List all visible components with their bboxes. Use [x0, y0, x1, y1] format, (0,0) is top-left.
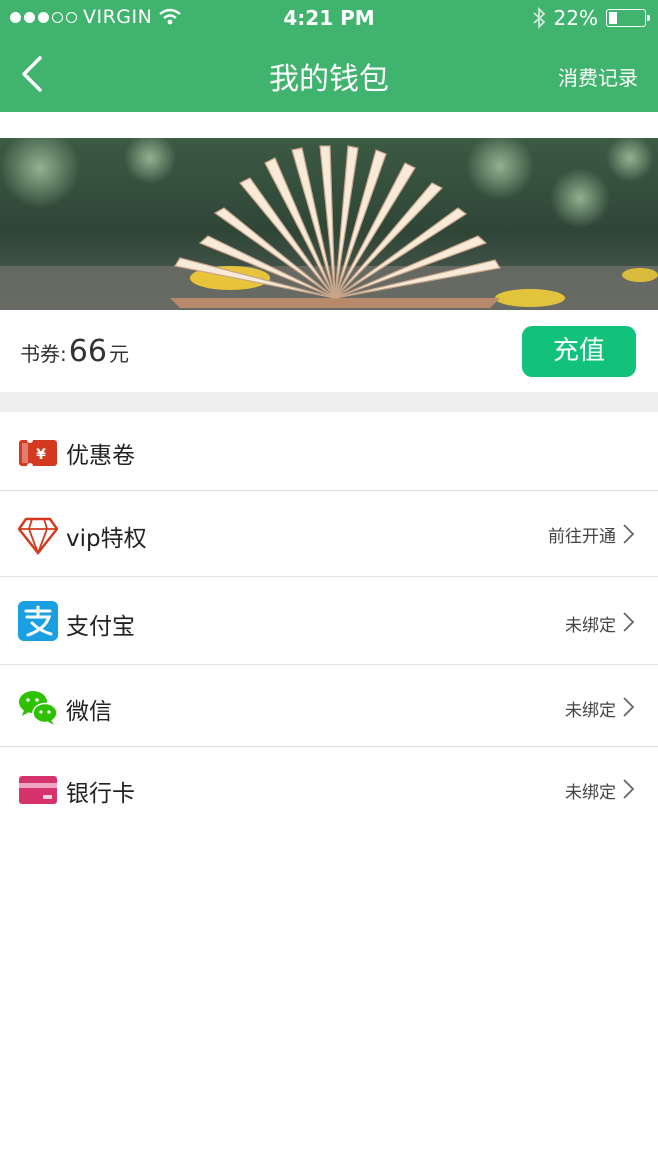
bluetooth-icon	[532, 7, 545, 29]
status-right: 22%	[532, 6, 650, 30]
menu-item-bankcard[interactable]: 银行卡 未绑定	[0, 747, 658, 829]
chevron-right-icon	[623, 612, 635, 632]
menu-item-coupon[interactable]: ¥ 优惠卷	[0, 412, 658, 491]
battery-percent: 22%	[553, 6, 598, 30]
battery-icon	[606, 9, 650, 27]
menu-item-status: 未绑定	[565, 783, 616, 803]
chevron-right-icon	[623, 524, 635, 544]
svg-text:¥: ¥	[36, 447, 46, 463]
menu-item-title: 支付宝	[66, 614, 135, 640]
navigation-bar: 我的钱包 消费记录	[0, 40, 658, 110]
alipay-icon	[18, 601, 58, 641]
diamond-icon	[18, 517, 58, 555]
menu-item-status: 未绑定	[565, 701, 616, 721]
wechat-icon	[19, 691, 58, 725]
status-bar: VIRGIN 4:21 PM 22%	[0, 0, 658, 36]
chevron-right-icon	[623, 779, 635, 799]
section-divider	[0, 392, 658, 412]
menu-item-title: vip特权	[66, 526, 147, 552]
menu-item-vip[interactable]: vip特权 前往开通	[0, 491, 658, 577]
balance-amount: 66	[68, 334, 107, 369]
bank-card-icon	[19, 776, 57, 804]
menu-item-alipay[interactable]: 支付宝 未绑定	[0, 577, 658, 665]
menu-item-wechat[interactable]: 微信 未绑定	[0, 665, 658, 747]
menu-item-title: 优惠卷	[66, 443, 135, 469]
balance-label: 书券:	[20, 342, 67, 366]
menu-item-status: 未绑定	[565, 616, 616, 636]
wallet-menu-list: ¥ 优惠卷 vip特权 前往开通 支付宝 未绑定 微信 未绑定 银行卡 未绑定	[0, 412, 658, 829]
recharge-button[interactable]: 充值	[522, 326, 636, 377]
banner-image	[0, 138, 658, 310]
coupon-ticket-icon: ¥	[19, 437, 57, 469]
book-coupon-balance: 书券: 66 元	[20, 334, 129, 369]
consumption-records-link[interactable]: 消费记录	[558, 62, 638, 91]
menu-item-status: 前往开通	[548, 527, 616, 547]
menu-item-title: 微信	[66, 699, 112, 725]
header-bar: VIRGIN 4:21 PM 22% 我的钱包 消费记录	[0, 0, 658, 112]
menu-item-title: 银行卡	[66, 781, 135, 807]
chevron-right-icon	[623, 697, 635, 717]
balance-row: 书券: 66 元 充值	[0, 310, 658, 392]
balance-unit: 元	[108, 342, 129, 366]
